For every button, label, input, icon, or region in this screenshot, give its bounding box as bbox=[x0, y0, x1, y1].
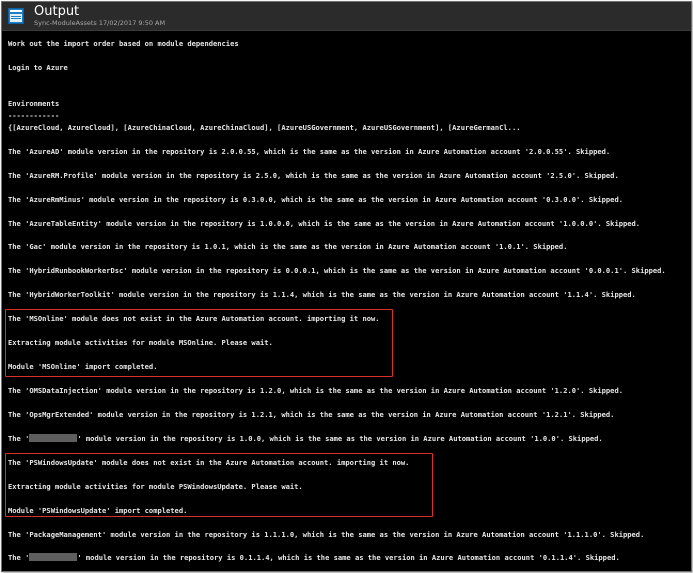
output-line: The 'OpsMgrExtended' module version in t… bbox=[8, 410, 615, 419]
output-line: Work out the import order based on modul… bbox=[8, 39, 239, 48]
output-line: The 'HybridRunbookWorkerDsc' module vers… bbox=[8, 266, 666, 275]
output-line: The ' ' module version in the repository … bbox=[8, 553, 620, 563]
output-blade-icon bbox=[8, 8, 24, 24]
output-line: The 'PackageManagement' module version i… bbox=[8, 530, 645, 539]
blade-header: Output Sync-ModuleAssets 17/02/2017 9:50… bbox=[2, 2, 691, 31]
output-line: The 'AzureAD' module version in the repo… bbox=[8, 147, 611, 156]
output-line: The 'HybridWorkerToolkit' module version… bbox=[8, 290, 636, 299]
output-line: The 'AzureTableEntity' module version in… bbox=[8, 219, 641, 228]
blade-title: Output bbox=[34, 4, 80, 19]
output-line: Login to Azure bbox=[8, 63, 68, 72]
pswindowsupdate-highlight-box bbox=[5, 453, 433, 517]
output-line: {[AzureCloud, AzureCloud], [AzureChinaCl… bbox=[8, 123, 521, 132]
output-line: The ' ' module version in the repository … bbox=[8, 434, 603, 444]
msonline-highlight-box bbox=[5, 309, 393, 377]
line-suffix: ' module version in the repository is 1.… bbox=[77, 434, 603, 443]
output-line: The 'AzureRmMinus' module version in the… bbox=[8, 195, 623, 204]
output-line: Environments bbox=[8, 99, 60, 108]
output-line: The 'Gac' module version in the reposito… bbox=[8, 242, 568, 251]
line-suffix: ' module version in the repository is 0.… bbox=[77, 553, 620, 562]
redacted-module-name bbox=[29, 434, 78, 442]
output-blade: Output Sync-ModuleAssets 17/02/2017 9:50… bbox=[1, 1, 692, 572]
redacted-module-name bbox=[29, 553, 78, 561]
line-prefix: The ' bbox=[8, 553, 30, 562]
blade-subtitle: Sync-ModuleAssets 17/02/2017 9:50 AM bbox=[34, 19, 166, 27]
output-console[interactable]: Work out the import order based on modul… bbox=[8, 39, 687, 562]
output-line: The 'AzureRM.Profile' module version in … bbox=[8, 171, 619, 180]
output-line: The 'OMSDataInjection' module version in… bbox=[8, 386, 623, 395]
output-line: ------------ bbox=[8, 111, 60, 120]
line-prefix: The ' bbox=[8, 434, 30, 443]
